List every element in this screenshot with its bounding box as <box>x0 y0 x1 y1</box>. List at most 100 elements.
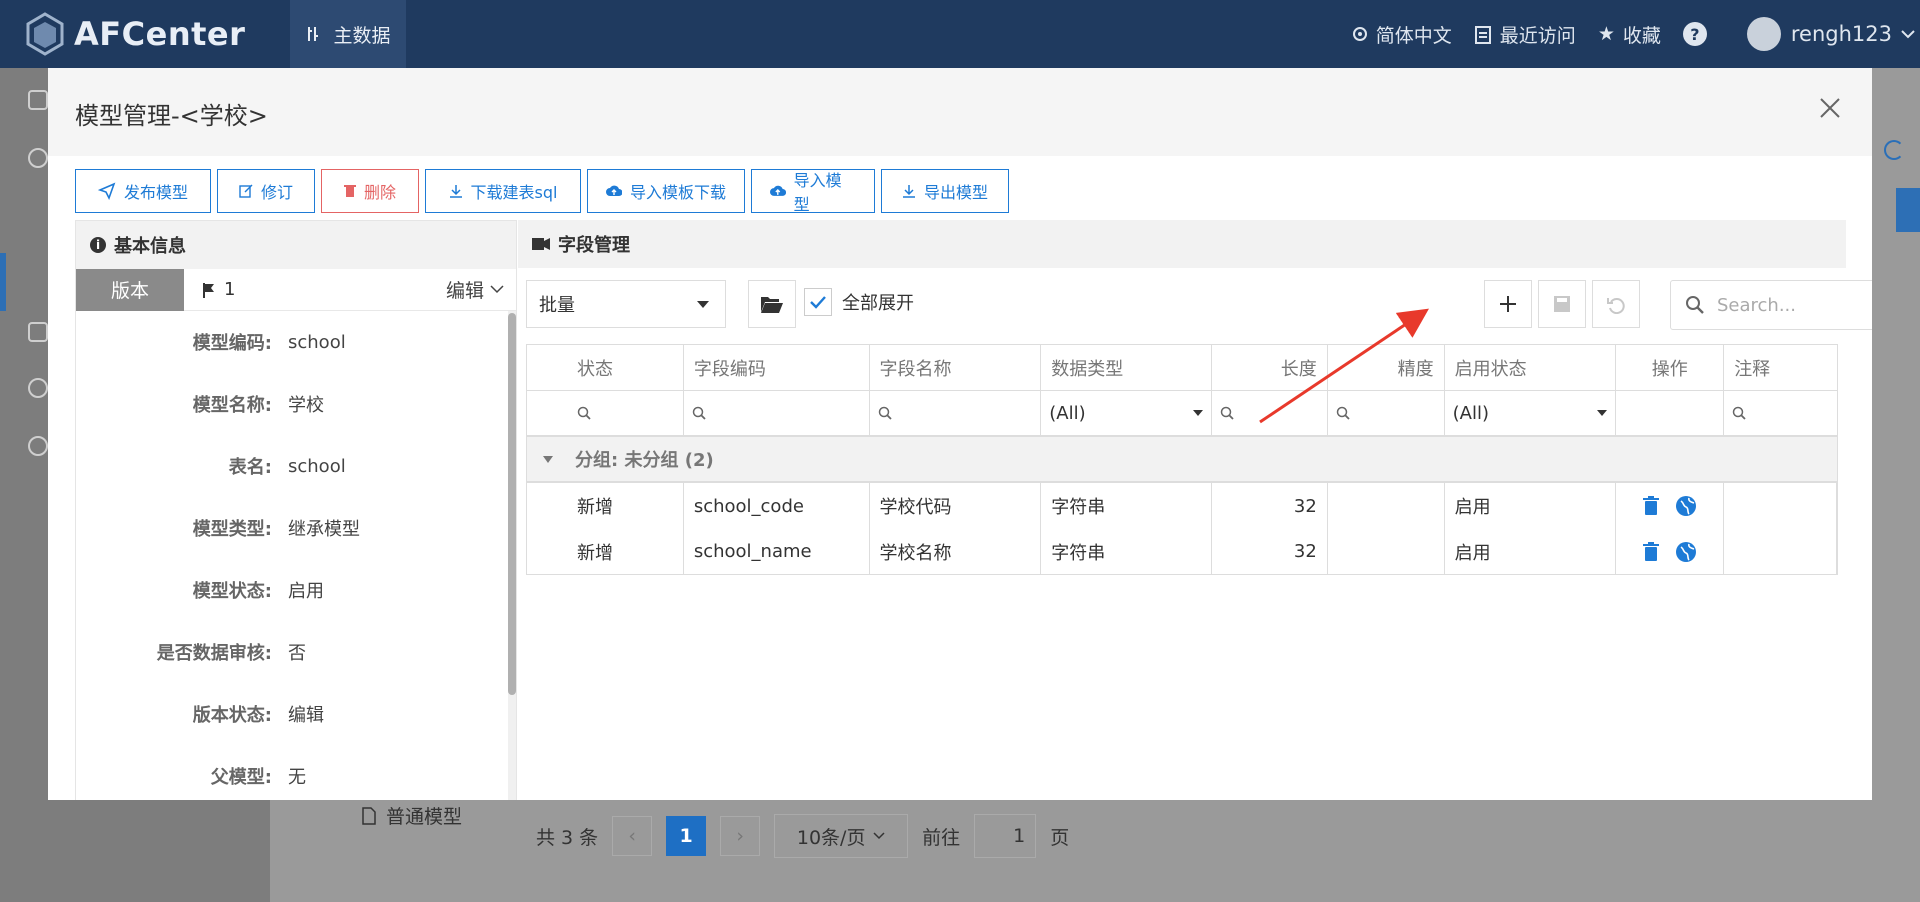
version-edit-dropdown[interactable]: 编辑 <box>446 276 504 303</box>
search-icon <box>692 406 706 420</box>
expand-all-checkbox[interactable] <box>804 288 832 316</box>
group-row[interactable]: 分组: 未分组 (2) <box>527 437 1837 483</box>
column-header[interactable]: 操作 <box>1616 345 1725 390</box>
caret-down-icon <box>697 301 709 308</box>
table-row[interactable]: 新增 school_code 学校代码 字符串 32 启用 <box>527 483 1837 529</box>
import-template-download-button[interactable]: 导入模板下载 <box>587 169 745 213</box>
filter-cell[interactable] <box>870 391 1042 435</box>
model-list-item[interactable]: 普通模型 <box>362 802 462 829</box>
flag-icon <box>203 282 214 298</box>
export-model-label: 导出模型 <box>923 183 988 202</box>
logo[interactable]: AFCenter <box>26 12 245 56</box>
save-icon <box>1554 296 1570 312</box>
close-icon[interactable] <box>1816 94 1844 122</box>
nav-tab-master-data[interactable]: 主数据 <box>290 0 406 68</box>
info-key: 是否数据审核: <box>156 643 272 664</box>
filter-cell[interactable] <box>1212 391 1328 435</box>
column-header[interactable]: 字段编码 <box>684 345 870 390</box>
basic-info-title: 基本信息 <box>114 236 186 257</box>
remark-cell <box>1724 483 1837 529</box>
filter-cell[interactable] <box>527 391 684 435</box>
enabled-status-filter[interactable]: (All) <box>1445 391 1617 435</box>
search-icon <box>1336 406 1350 420</box>
revise-button[interactable]: 修订 <box>217 169 315 213</box>
expand-all-toggle[interactable]: 全部展开 <box>804 288 914 316</box>
goto-page-input[interactable]: 1 <box>974 814 1037 858</box>
save-button[interactable] <box>1538 280 1586 328</box>
top-navbar: AFCenter 主数据 简体中文 最近访问 ★ 收藏 ? rengh123 <box>0 0 1920 68</box>
delete-button[interactable]: 删除 <box>321 169 419 213</box>
column-header[interactable]: 注释 <box>1724 345 1837 390</box>
globe-icon[interactable] <box>1675 541 1697 563</box>
filter-cell[interactable] <box>1724 391 1837 435</box>
add-field-button[interactable] <box>1484 280 1532 328</box>
side-action-button[interactable] <box>1896 188 1920 232</box>
data-type-filter[interactable]: (All) <box>1041 391 1212 435</box>
language-switch[interactable]: 简体中文 <box>1352 21 1452 48</box>
operations-cell <box>1616 483 1725 529</box>
table-row[interactable]: 新增 school_name 学校名称 字符串 32 启用 <box>527 529 1837 575</box>
scrollbar-thumb[interactable] <box>508 313 516 695</box>
globe-icon[interactable] <box>1675 495 1697 517</box>
page-number[interactable]: 1 <box>666 816 707 856</box>
help-icon[interactable]: ? <box>1682 22 1707 46</box>
export-model-button[interactable]: 导出模型 <box>881 169 1009 213</box>
filter-all-value: (All) <box>1049 402 1086 424</box>
pagination-total: 共 3 条 <box>536 826 599 849</box>
import-model-button[interactable]: 导入模型 <box>751 169 875 214</box>
top-right-menu: 简体中文 最近访问 ★ 收藏 ? rengh123 <box>1352 0 1920 68</box>
import-template-download-label: 导入模板下载 <box>630 183 727 202</box>
language-label: 简体中文 <box>1375 24 1452 47</box>
filter-cell[interactable] <box>684 391 870 435</box>
refresh-icon[interactable] <box>1884 140 1904 160</box>
next-page-button[interactable]: › <box>720 816 761 856</box>
column-header[interactable]: 精度 <box>1328 345 1445 390</box>
edit-icon <box>239 184 253 198</box>
settings-icon[interactable] <box>28 378 48 398</box>
caret-down-icon <box>1597 410 1608 416</box>
open-folder-button[interactable] <box>748 280 796 328</box>
wallet-icon[interactable] <box>28 90 48 110</box>
trash-icon[interactable] <box>1642 541 1659 562</box>
chevron-down-icon[interactable] <box>1900 29 1916 39</box>
pagination: 共 3 条 ‹ 1 › 10条/页 前往 1 页 <box>536 812 1069 860</box>
user-name[interactable]: rengh123 <box>1791 22 1892 46</box>
column-header[interactable]: 长度 <box>1212 345 1328 390</box>
shield-icon[interactable] <box>28 322 48 342</box>
search-input[interactable]: Search... <box>1670 280 1872 330</box>
code-cell: school_name <box>684 529 870 574</box>
version-edit-label: 编辑 <box>445 280 484 302</box>
cloud-upload-icon <box>606 185 622 196</box>
operations-cell <box>1616 529 1725 574</box>
fields-icon <box>532 238 550 250</box>
security-icon[interactable] <box>28 436 48 456</box>
batch-select[interactable]: 批量 <box>526 280 726 328</box>
collapse-caret-icon[interactable] <box>543 455 553 463</box>
name-cell: 学校代码 <box>870 483 1042 529</box>
precision-cell <box>1328 483 1445 529</box>
info-key: 模型状态: <box>192 581 272 602</box>
prev-page-button[interactable]: ‹ <box>612 816 653 856</box>
nav-tab-label: 主数据 <box>333 24 391 47</box>
page-size-select[interactable]: 10条/页 <box>774 814 909 858</box>
trash-icon[interactable] <box>1642 496 1659 516</box>
favorites[interactable]: ★ 收藏 <box>1598 21 1661 48</box>
field-grid: 状态 字段编码 字段名称 数据类型 长度 精度 启用状态 操作 注释 (All)… <box>526 344 1838 575</box>
recent-visits[interactable]: 最近访问 <box>1474 21 1576 48</box>
version-flag[interactable]: 1 <box>202 279 235 300</box>
column-header[interactable]: 状态 <box>527 345 684 390</box>
column-header[interactable]: 启用状态 <box>1445 345 1617 390</box>
filter-cell[interactable] <box>1328 391 1445 435</box>
trash-icon <box>343 185 356 197</box>
download-sql-button[interactable]: 下载建表sql <box>425 169 581 213</box>
database-icon[interactable] <box>28 148 48 168</box>
column-header[interactable]: 字段名称 <box>870 345 1042 390</box>
basic-info-header: i 基本信息 <box>76 221 516 269</box>
avatar[interactable] <box>1746 17 1781 51</box>
dialog-header: 模型管理-<学校> <box>48 68 1872 156</box>
filter-cell <box>1616 391 1725 435</box>
undo-button[interactable] <box>1592 280 1640 328</box>
basic-info-panel: i 基本信息 版本 1 编辑 模型编码: school 模型名称: 学校 表名: sc… <box>75 220 517 800</box>
publish-model-button[interactable]: 发布模型 <box>75 169 211 213</box>
column-header[interactable]: 数据类型 <box>1041 345 1212 390</box>
